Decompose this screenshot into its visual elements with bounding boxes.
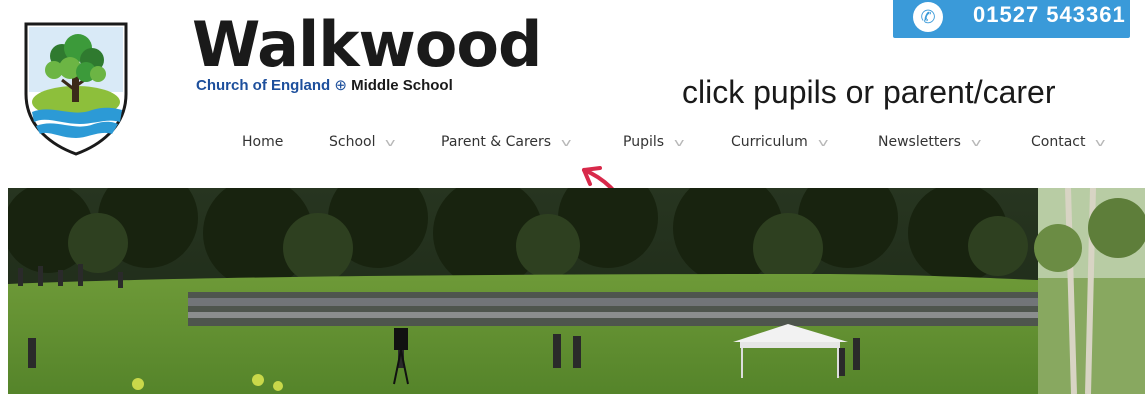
church-cross-icon: ⊕ (334, 77, 347, 94)
nav-item-curriculum[interactable]: Curriculum v (731, 134, 829, 150)
phone-number: 01527 543361 (973, 2, 1126, 27)
chevron-down-icon: v (817, 136, 829, 149)
nav-item-parent-carers[interactable]: Parent & Carers v (441, 134, 572, 150)
brand-name: Walkwood (192, 8, 542, 81)
main-nav: Home School v Parent & Carers v Pupils v Cu… (0, 134, 1145, 158)
brand-subtitle-school: Middle School (351, 77, 453, 94)
nav-item-label: School (329, 134, 376, 150)
nav-item-home[interactable]: Home (242, 134, 283, 150)
annotation-text: click pupils or parent/carer (682, 74, 1056, 110)
nav-item-contact[interactable]: Contact v (1031, 134, 1106, 150)
nav-item-newsletters[interactable]: Newsletters v (878, 134, 982, 150)
chevron-down-icon: v (971, 136, 982, 149)
hero-banner-image (8, 188, 1145, 394)
chevron-down-icon: v (385, 136, 396, 149)
nav-item-label: Curriculum (731, 134, 808, 150)
phone-contact-bar[interactable]: ✆ 01527 543361 (893, 0, 1130, 38)
nav-item-label: Newsletters (878, 134, 961, 150)
phone-icon: ✆ (913, 2, 943, 32)
nav-item-label: Home (242, 134, 284, 150)
chevron-down-icon: v (561, 136, 572, 149)
brand-subtitle-church: Church of England (196, 77, 331, 94)
nav-item-pupils[interactable]: Pupils v (623, 134, 685, 150)
nav-item-school[interactable]: School v (329, 134, 396, 150)
nav-item-label: Contact (1031, 134, 1086, 150)
chevron-down-icon: v (674, 136, 685, 149)
nav-item-label: Pupils (623, 134, 665, 150)
nav-item-label: Parent & Carers (441, 134, 552, 150)
brand-block[interactable]: Walkwood Church of England ⊕ Middle Scho… (192, 8, 542, 95)
chevron-down-icon: v (1095, 136, 1106, 149)
